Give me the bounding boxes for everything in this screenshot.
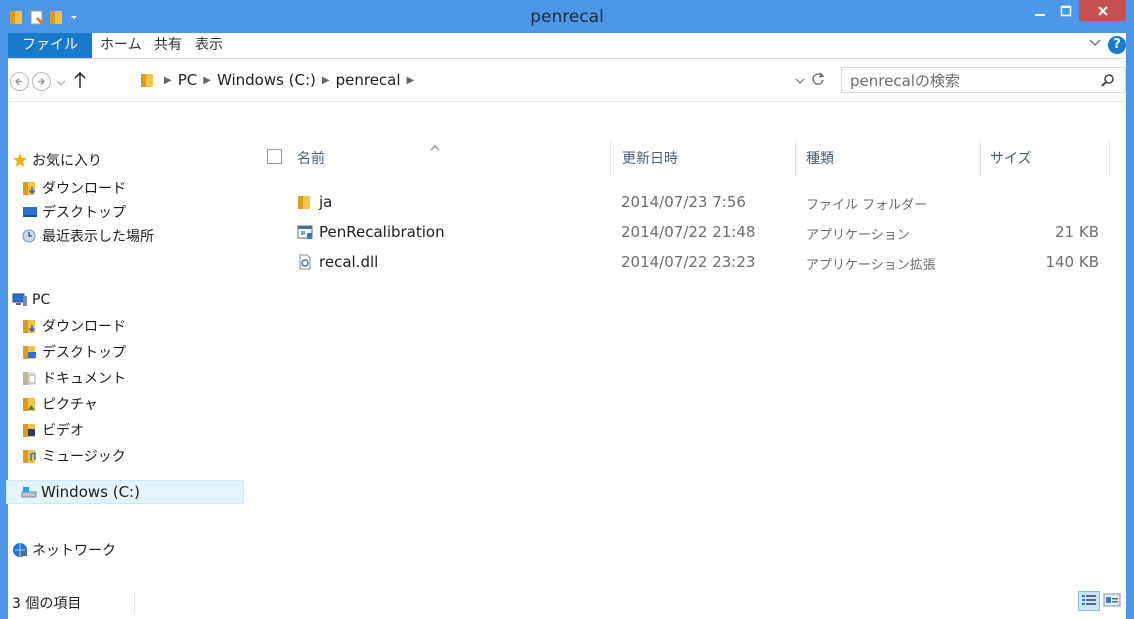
explorer-window: penrecal ファイル ホーム 共有 表示 ? ▶ PC ▶ Windows… (0, 0, 1134, 619)
item-count: 3 個の項目 (12, 596, 82, 612)
recent-places-icon (22, 228, 38, 244)
refresh-icon[interactable] (811, 71, 825, 91)
nav-pc-desktop[interactable]: デスクトップ (22, 340, 126, 364)
pictures-folder-icon (22, 396, 38, 412)
breadcrumb-pc[interactable]: PC (178, 71, 198, 89)
header-size[interactable]: サイズ (990, 148, 1032, 168)
maximize-button[interactable] (1053, 0, 1079, 21)
breadcrumb-drive[interactable]: Windows (C:) (217, 71, 316, 89)
file-type: アプリケーション拡張 (806, 258, 936, 273)
downloads-folder-icon (22, 318, 38, 334)
documents-folder-icon (22, 370, 38, 386)
table-row[interactable]: ja 2014/07/23 7:56 ファイル フォルダー (257, 190, 1126, 214)
nav-pc-documents[interactable]: ドキュメント (22, 366, 126, 390)
expand-ribbon-icon[interactable] (1088, 36, 1102, 54)
table-row[interactable]: recal.dll 2014/07/22 23:23 アプリケーション拡張 14… (257, 250, 1126, 274)
nav-pc-pictures[interactable]: ピクチャ (22, 392, 98, 416)
file-date: 2014/07/23 7:56 (621, 193, 746, 211)
window-title: penrecal (530, 7, 604, 27)
header-date-modified[interactable]: 更新日時 (622, 148, 678, 168)
nav-fav-desktop[interactable]: デスクトップ (22, 200, 126, 224)
status-bar: 3 個の項目 (8, 587, 1126, 619)
nav-fav-recent[interactable]: 最近表示した場所 (22, 224, 154, 248)
nav-network[interactable]: ネットワーク (12, 538, 116, 562)
file-size: 21 KB (1055, 223, 1099, 241)
tab-home[interactable]: ホーム (100, 33, 142, 58)
column-divider[interactable] (1109, 140, 1110, 176)
sort-up-icon (430, 139, 440, 155)
desktop-icon (22, 204, 38, 220)
network-icon (12, 542, 28, 558)
ribbon-tabs: ファイル ホーム 共有 表示 ? (8, 33, 1126, 59)
nav-favorites[interactable]: お気に入り (12, 148, 102, 172)
search-icon[interactable] (1101, 73, 1115, 91)
column-headers: 名前 更新日時 種類 サイズ (257, 140, 1126, 176)
desktop-folder-icon (22, 344, 38, 360)
back-button[interactable] (10, 72, 29, 91)
select-all-checkbox[interactable] (267, 149, 282, 164)
file-date: 2014/07/22 23:23 (621, 253, 756, 271)
tab-share[interactable]: 共有 (154, 33, 182, 58)
application-icon (297, 224, 313, 244)
recent-locations-icon[interactable] (56, 76, 66, 92)
drive-icon (21, 484, 37, 500)
status-divider (134, 593, 135, 613)
chevron-right-icon[interactable]: ▶ (407, 75, 415, 86)
navigation-pane: お気に入り ダウンロード デスクトップ 最近表示した場所 PC ダウンロード デ… (6, 140, 246, 580)
file-name: ja (319, 193, 333, 211)
tab-file[interactable]: ファイル (8, 33, 92, 58)
videos-folder-icon (22, 422, 38, 438)
details-view-button[interactable] (1078, 591, 1100, 611)
downloads-folder-icon (22, 180, 38, 196)
column-divider[interactable] (610, 140, 611, 176)
navigation-bar: ▶ PC ▶ Windows (C:) ▶ penrecal ▶ penreca… (8, 60, 1126, 102)
folder-icon (297, 194, 313, 214)
music-folder-icon (22, 448, 38, 464)
breadcrumb-folder[interactable]: penrecal (336, 71, 401, 89)
file-type: ファイル フォルダー (806, 198, 928, 213)
help-icon[interactable]: ? (1108, 36, 1126, 54)
nav-pc-downloads[interactable]: ダウンロード (22, 314, 126, 338)
address-dropdown-icon[interactable] (795, 74, 805, 90)
nav-pc-windows-drive[interactable]: Windows (C:) (6, 480, 244, 504)
minimize-button[interactable] (1027, 0, 1053, 21)
column-divider[interactable] (795, 140, 796, 176)
large-icons-view-button[interactable] (1102, 591, 1124, 611)
nav-pc-videos[interactable]: ビデオ (22, 418, 84, 442)
chevron-right-icon[interactable]: ▶ (203, 75, 211, 86)
header-name[interactable]: 名前 (297, 148, 325, 168)
file-name: PenRecalibration (319, 223, 445, 241)
file-size: 140 KB (1045, 253, 1099, 271)
chevron-right-icon[interactable]: ▶ (322, 75, 330, 86)
close-button[interactable] (1079, 0, 1126, 21)
up-arrow-icon[interactable] (73, 70, 87, 94)
title-bar: penrecal (0, 0, 1134, 33)
column-divider[interactable] (980, 140, 981, 176)
computer-icon (12, 292, 28, 308)
forward-button[interactable] (32, 72, 51, 91)
file-type: アプリケーション (806, 228, 910, 243)
nav-fav-downloads[interactable]: ダウンロード (22, 176, 126, 200)
address-bar[interactable]: ▶ PC ▶ Windows (C:) ▶ penrecal ▶ (134, 67, 834, 93)
dll-file-icon (297, 254, 313, 274)
file-date: 2014/07/22 21:48 (621, 223, 756, 241)
table-row[interactable]: PenRecalibration 2014/07/22 21:48 アプリケーシ… (257, 220, 1126, 244)
folder-icon (140, 72, 156, 88)
tab-view[interactable]: 表示 (195, 33, 223, 58)
chevron-right-icon[interactable]: ▶ (164, 75, 172, 86)
search-input[interactable]: penrecalの検索 (850, 70, 960, 91)
star-icon (12, 152, 28, 168)
nav-pc-music[interactable]: ミュージック (22, 444, 126, 468)
header-type[interactable]: 種類 (806, 148, 834, 168)
nav-pc[interactable]: PC (12, 288, 50, 312)
search-box[interactable]: penrecalの検索 (841, 67, 1126, 93)
ribbon-right-controls: ? (1088, 36, 1126, 54)
file-name: recal.dll (319, 253, 379, 271)
window-controls (1027, 0, 1126, 22)
